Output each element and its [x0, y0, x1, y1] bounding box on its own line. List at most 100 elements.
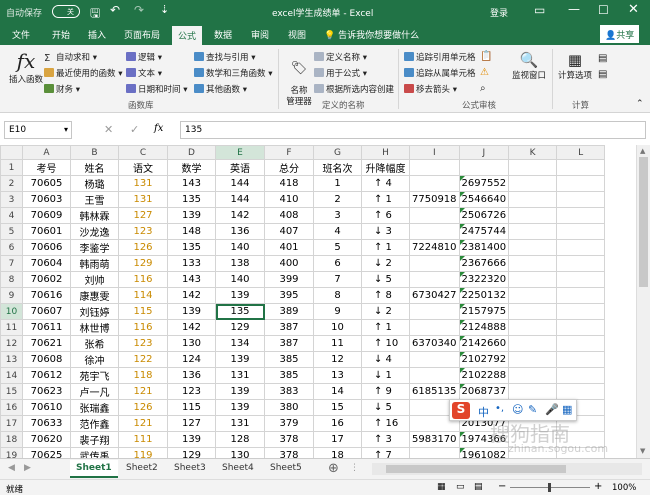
- cell[interactable]: [409, 351, 460, 368]
- cell[interactable]: 7224810: [409, 239, 460, 256]
- trace-precedents-button[interactable]: 追踪引用单元格: [404, 51, 476, 63]
- cell[interactable]: 142: [215, 207, 265, 224]
- cell[interactable]: [508, 239, 558, 256]
- cell[interactable]: [508, 223, 558, 240]
- cell[interactable]: ↓ 1: [361, 367, 410, 384]
- cell[interactable]: [409, 271, 460, 288]
- cell[interactable]: 389: [264, 303, 314, 320]
- row-header[interactable]: 5: [0, 223, 23, 240]
- column-header[interactable]: F: [264, 145, 314, 160]
- column-header[interactable]: H: [361, 145, 410, 160]
- cell[interactable]: 418: [264, 175, 314, 192]
- cell[interactable]: 4: [313, 223, 362, 240]
- cell[interactable]: 张瑞鑫: [70, 399, 119, 416]
- row-header[interactable]: 16: [0, 399, 23, 416]
- row-header[interactable]: 11: [0, 319, 23, 336]
- cell[interactable]: [556, 367, 606, 384]
- cell[interactable]: 2475744: [458, 223, 510, 240]
- cell[interactable]: [556, 303, 606, 320]
- tab-file[interactable]: 文件: [12, 28, 30, 41]
- cell[interactable]: 143: [167, 175, 216, 192]
- cell[interactable]: [508, 303, 558, 320]
- row-header[interactable]: 14: [0, 367, 23, 384]
- text-button[interactable]: 文本 ▾: [126, 67, 162, 79]
- cell[interactable]: 127: [167, 415, 216, 432]
- page-break-icon[interactable]: ▤: [474, 482, 483, 492]
- cell[interactable]: ↓ 4: [361, 351, 410, 368]
- header-cell[interactable]: 姓名: [70, 159, 119, 176]
- cell[interactable]: ↑ 4: [361, 175, 410, 192]
- cell[interactable]: 70616: [22, 287, 71, 304]
- watch-window-button[interactable]: 🔍 监视窗口: [510, 51, 548, 81]
- cell[interactable]: 70606: [22, 239, 71, 256]
- cell[interactable]: 144: [215, 175, 265, 192]
- cell[interactable]: 70603: [22, 191, 71, 208]
- name-manager-button[interactable]: 🏷 名称 管理器: [284, 51, 314, 118]
- cell[interactable]: ↑ 9: [361, 383, 410, 400]
- datetime-button[interactable]: 日期和时间 ▾: [126, 83, 187, 95]
- cell[interactable]: 18: [313, 447, 362, 458]
- cell[interactable]: [409, 319, 460, 336]
- cell[interactable]: 2: [313, 191, 362, 208]
- cell[interactable]: 135: [167, 191, 216, 208]
- row-header[interactable]: 7: [0, 255, 23, 272]
- cell[interactable]: [409, 175, 460, 192]
- cell[interactable]: 6730427: [409, 287, 460, 304]
- cell[interactable]: 70612: [22, 367, 71, 384]
- cell[interactable]: 144: [215, 191, 265, 208]
- customize-qat-icon[interactable]: ⇣: [160, 3, 169, 16]
- cell[interactable]: 387: [264, 335, 314, 352]
- row-header[interactable]: 18: [0, 431, 23, 448]
- cell[interactable]: 李鉴学: [70, 239, 119, 256]
- autosum-button[interactable]: Σ 自动求和 ▾: [44, 51, 97, 64]
- financial-button[interactable]: 财务 ▾: [44, 83, 80, 95]
- row-header[interactable]: 2: [0, 175, 23, 192]
- cell[interactable]: 122: [118, 351, 168, 368]
- evaluate-formula-icon[interactable]: ⌕: [480, 83, 486, 94]
- cell[interactable]: ↑ 1: [361, 239, 410, 256]
- close-icon[interactable]: ✕: [628, 2, 639, 17]
- cell[interactable]: 7750918: [409, 191, 460, 208]
- cell[interactable]: 70602: [22, 271, 71, 288]
- cell[interactable]: [556, 351, 606, 368]
- cell[interactable]: 124: [167, 351, 216, 368]
- cell[interactable]: ↑ 3: [361, 431, 410, 448]
- cell[interactable]: 2068737: [458, 383, 510, 400]
- cell[interactable]: 11: [313, 335, 362, 352]
- cell[interactable]: 70609: [22, 207, 71, 224]
- next-sheet-icon[interactable]: ▶: [24, 463, 31, 473]
- cell[interactable]: 114: [118, 287, 168, 304]
- row-header[interactable]: 3: [0, 191, 23, 208]
- column-header[interactable]: A: [22, 145, 71, 160]
- row-header[interactable]: 8: [0, 271, 23, 288]
- cell[interactable]: ↑ 10: [361, 335, 410, 352]
- cell[interactable]: ↑ 8: [361, 287, 410, 304]
- cell[interactable]: 2546640: [458, 191, 510, 208]
- cell[interactable]: [508, 383, 558, 400]
- sheet-tab-4[interactable]: Sheet4: [216, 460, 260, 478]
- header-cell[interactable]: 班名次: [313, 159, 362, 176]
- tab-data[interactable]: 数据: [214, 28, 232, 41]
- row-header[interactable]: 6: [0, 239, 23, 256]
- calc-sheet-icon[interactable]: ▤: [598, 69, 607, 80]
- cell[interactable]: [409, 367, 460, 384]
- cell[interactable]: 14: [313, 383, 362, 400]
- other-functions-button[interactable]: 其他函数 ▾: [194, 83, 247, 95]
- row-header[interactable]: 10: [0, 303, 23, 320]
- zoom-in-icon[interactable]: +: [594, 481, 602, 492]
- cell[interactable]: [556, 239, 606, 256]
- cancel-icon[interactable]: ✕: [104, 123, 113, 136]
- cell[interactable]: 385: [264, 367, 314, 384]
- select-all-corner[interactable]: [0, 145, 23, 160]
- cell[interactable]: 129: [167, 447, 216, 458]
- cell[interactable]: [409, 447, 460, 458]
- cell[interactable]: 70605: [22, 175, 71, 192]
- cell[interactable]: ↓ 2: [361, 303, 410, 320]
- cell[interactable]: 70633: [22, 415, 71, 432]
- cell[interactable]: ↓ 3: [361, 223, 410, 240]
- calc-now-icon[interactable]: ▤: [598, 53, 607, 64]
- cell[interactable]: 387: [264, 319, 314, 336]
- cell[interactable]: 5: [313, 239, 362, 256]
- cell[interactable]: 2157975: [458, 303, 510, 320]
- cell[interactable]: 399: [264, 271, 314, 288]
